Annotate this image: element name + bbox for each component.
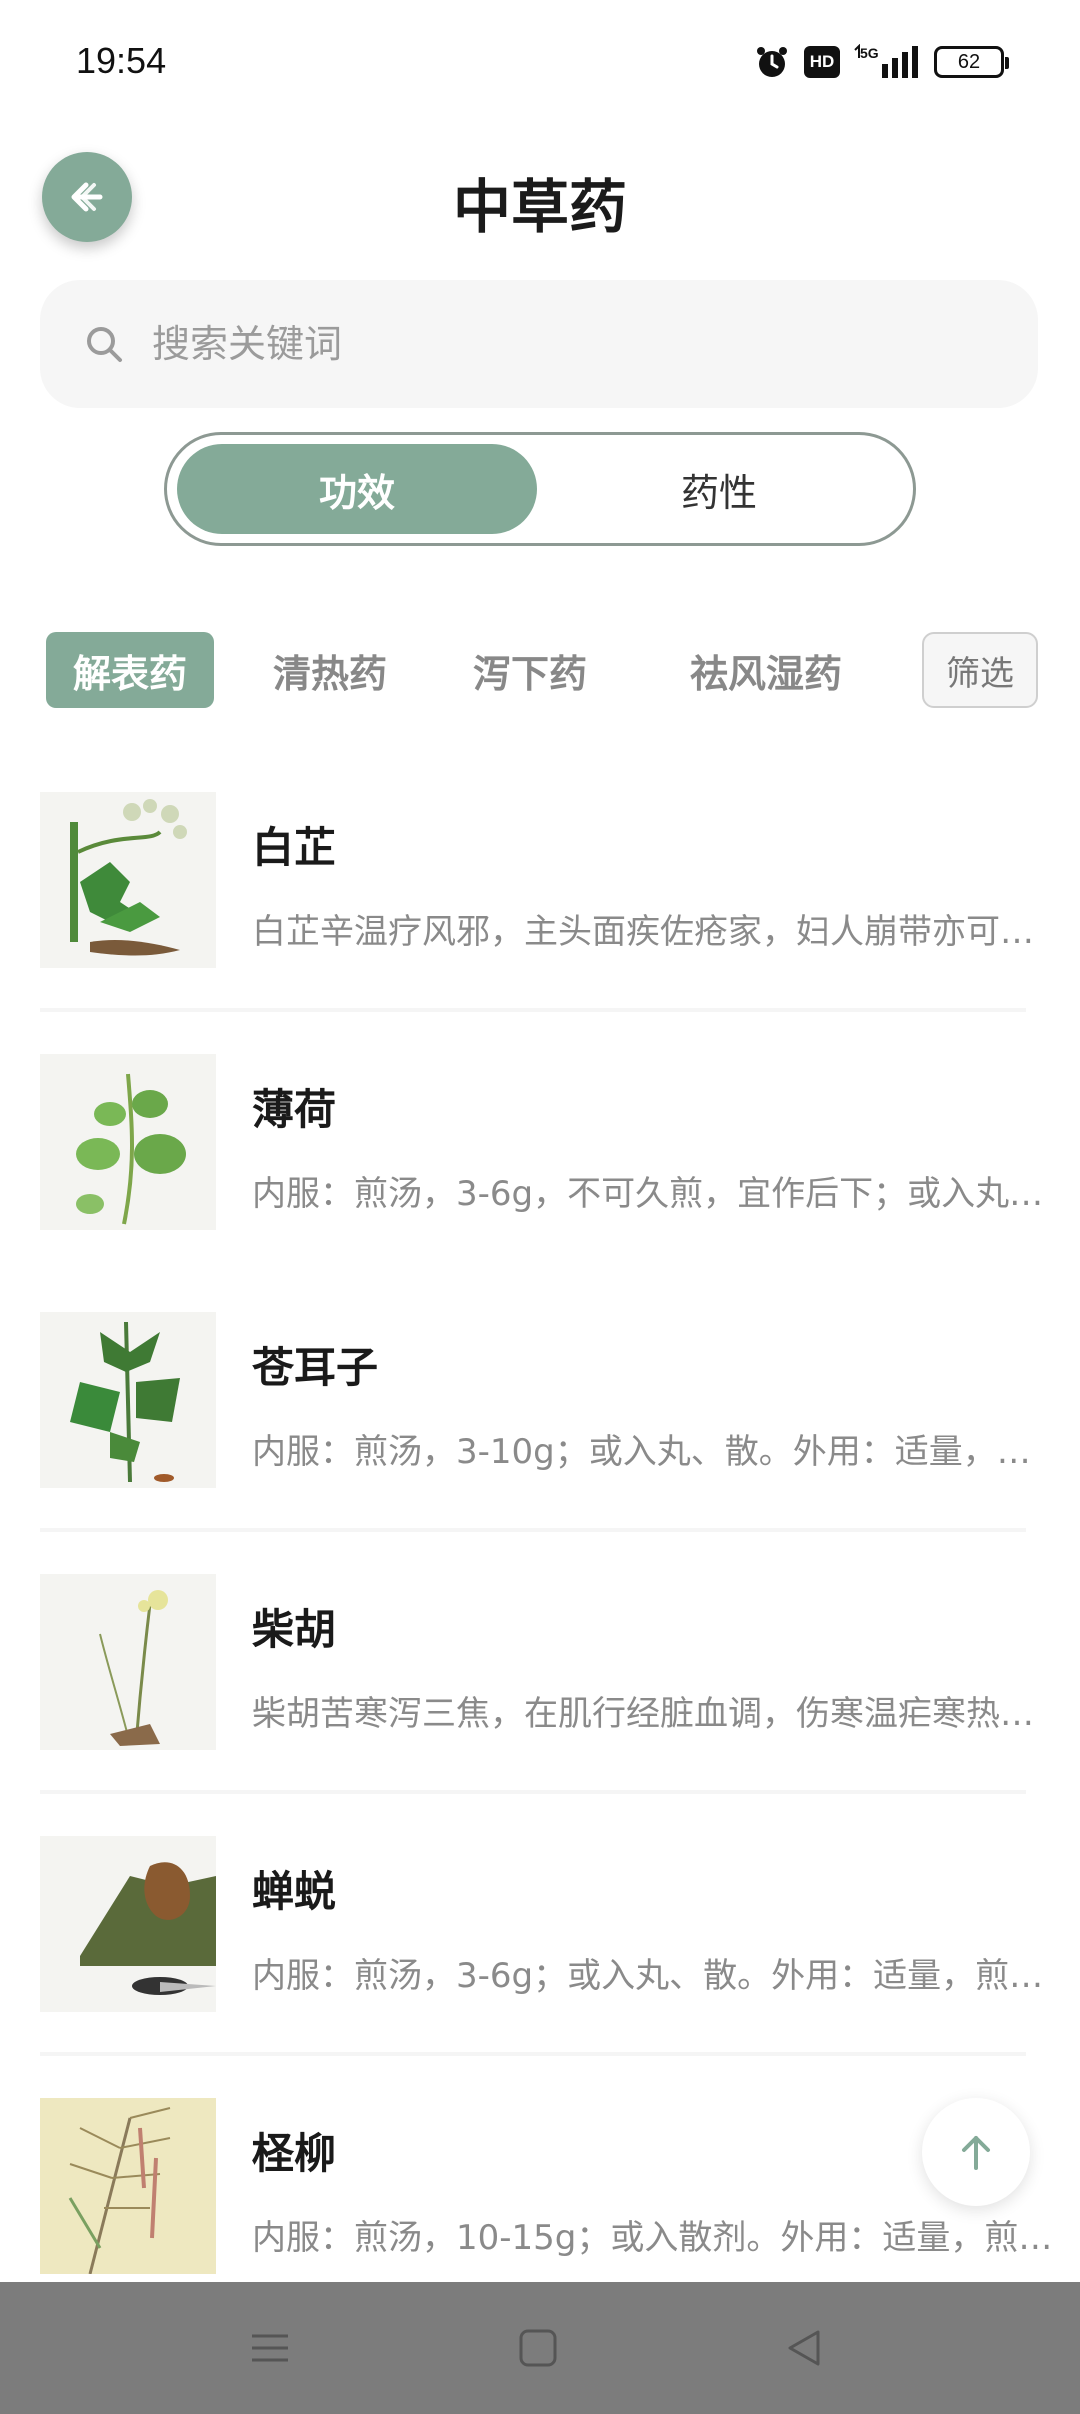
battery-level: 62 — [957, 50, 981, 73]
herb-image-baizhi — [40, 792, 216, 968]
status-time: 19:54 — [76, 40, 167, 81]
category-tabs: 解表药 清热药 泻下药 祛风湿药 筛选 — [46, 632, 1038, 708]
status-icons: HD 5G 62 — [754, 40, 1009, 84]
herb-image-bohe — [40, 1054, 216, 1230]
herb-image-cangerzi — [40, 1312, 216, 1488]
tab-jiebiao[interactable]: 解表药 — [46, 632, 214, 708]
list-item[interactable]: 柴胡 柴胡苦寒泻三焦，在肌行经脏血调，伤寒温疟寒热往来。 — [40, 1562, 1058, 1794]
menu-icon — [252, 2334, 288, 2362]
herb-desc: 内服：煎汤，10-15g；或入散剂。外用：适量，煎汤擦洗。 — [252, 2218, 1058, 2258]
segment-efficacy[interactable]: 功效 — [177, 444, 537, 534]
list-item[interactable]: 白芷 白芷辛温疗风邪，主头面疾佐疮家，妇人崩带亦可用，血虚火盛不宜加。 — [40, 780, 1058, 1012]
status-bar: 19:54 HD 5G 62 — [0, 0, 1080, 128]
back-icon — [788, 2330, 820, 2366]
herb-name: 白芷 — [252, 823, 337, 872]
nav-menu-button[interactable] — [230, 2308, 310, 2388]
segment-property[interactable]: 药性 — [539, 444, 899, 534]
tab-xiexia[interactable]: 泻下药 — [446, 632, 614, 708]
divider — [40, 1528, 1026, 1532]
divider — [40, 2052, 1026, 2056]
nav-back-button[interactable] — [764, 2308, 844, 2388]
herb-name: 苍耳子 — [252, 1343, 379, 1392]
search-box[interactable] — [40, 280, 1038, 408]
herb-name: 薄荷 — [252, 1085, 337, 1134]
divider — [40, 1008, 1026, 1012]
herb-image-chaihu — [40, 1574, 216, 1750]
battery-icon: 62 — [934, 46, 1009, 78]
herb-desc: 内服：煎汤，3-6g；或入丸、散。外用：适量，煎水洗。 — [252, 1956, 1058, 1996]
search-icon — [87, 327, 122, 362]
hd-badge: HD — [804, 46, 840, 78]
alarm-icon — [757, 47, 787, 77]
herb-desc: 白芷辛温疗风邪，主头面疾佐疮家，妇人崩带亦可用，血虚火盛不宜加。 — [252, 912, 1058, 952]
herb-desc: 柴胡苦寒泻三焦，在肌行经脏血调，伤寒温疟寒热往来。 — [252, 1694, 1058, 1734]
herb-desc: 内服：煎汤，3-10g；或入丸、散。外用：适量，捣敷。 — [252, 1432, 1058, 1472]
list-item[interactable]: 蝉蜕 内服：煎汤，3-6g；或入丸、散。外用：适量，煎水洗。 — [40, 1824, 1058, 2056]
divider — [40, 1790, 1026, 1794]
signal-5g-icon: 5G — [854, 44, 918, 78]
herb-name: 蝉蜕 — [252, 1867, 337, 1916]
page-title: 中草药 — [452, 173, 627, 241]
herb-desc: 内服：煎汤，3-6g，不可久煎，宜作后下；或入丸、散。 — [252, 1174, 1058, 1214]
herb-image-chantui — [40, 1836, 216, 2012]
svg-text:5G: 5G — [860, 45, 879, 61]
list-item[interactable]: 苍耳子 内服：煎汤，3-10g；或入丸、散。外用：适量，捣敷。 — [40, 1300, 1058, 1532]
home-icon — [519, 2329, 557, 2367]
scroll-top-button[interactable] — [922, 2098, 1030, 2206]
system-nav-bar — [0, 2282, 1080, 2414]
tab-qingre[interactable]: 清热药 — [246, 632, 414, 708]
tab-qufengshi[interactable]: 祛风湿药 — [666, 632, 866, 708]
herb-name: 柴胡 — [252, 1605, 337, 1654]
list-item[interactable]: 薄荷 内服：煎汤，3-6g，不可久煎，宜作后下；或入丸、散。 — [40, 1042, 1058, 1274]
filter-button[interactable]: 筛选 — [922, 632, 1038, 708]
herb-name: 柽柳 — [252, 2129, 337, 2178]
arrow-up-icon — [962, 2136, 990, 2170]
herb-image-chengliu — [40, 2098, 216, 2274]
nav-home-button[interactable] — [498, 2308, 578, 2388]
segment-control: 功效 药性 — [164, 432, 916, 546]
search-input[interactable] — [152, 322, 952, 366]
